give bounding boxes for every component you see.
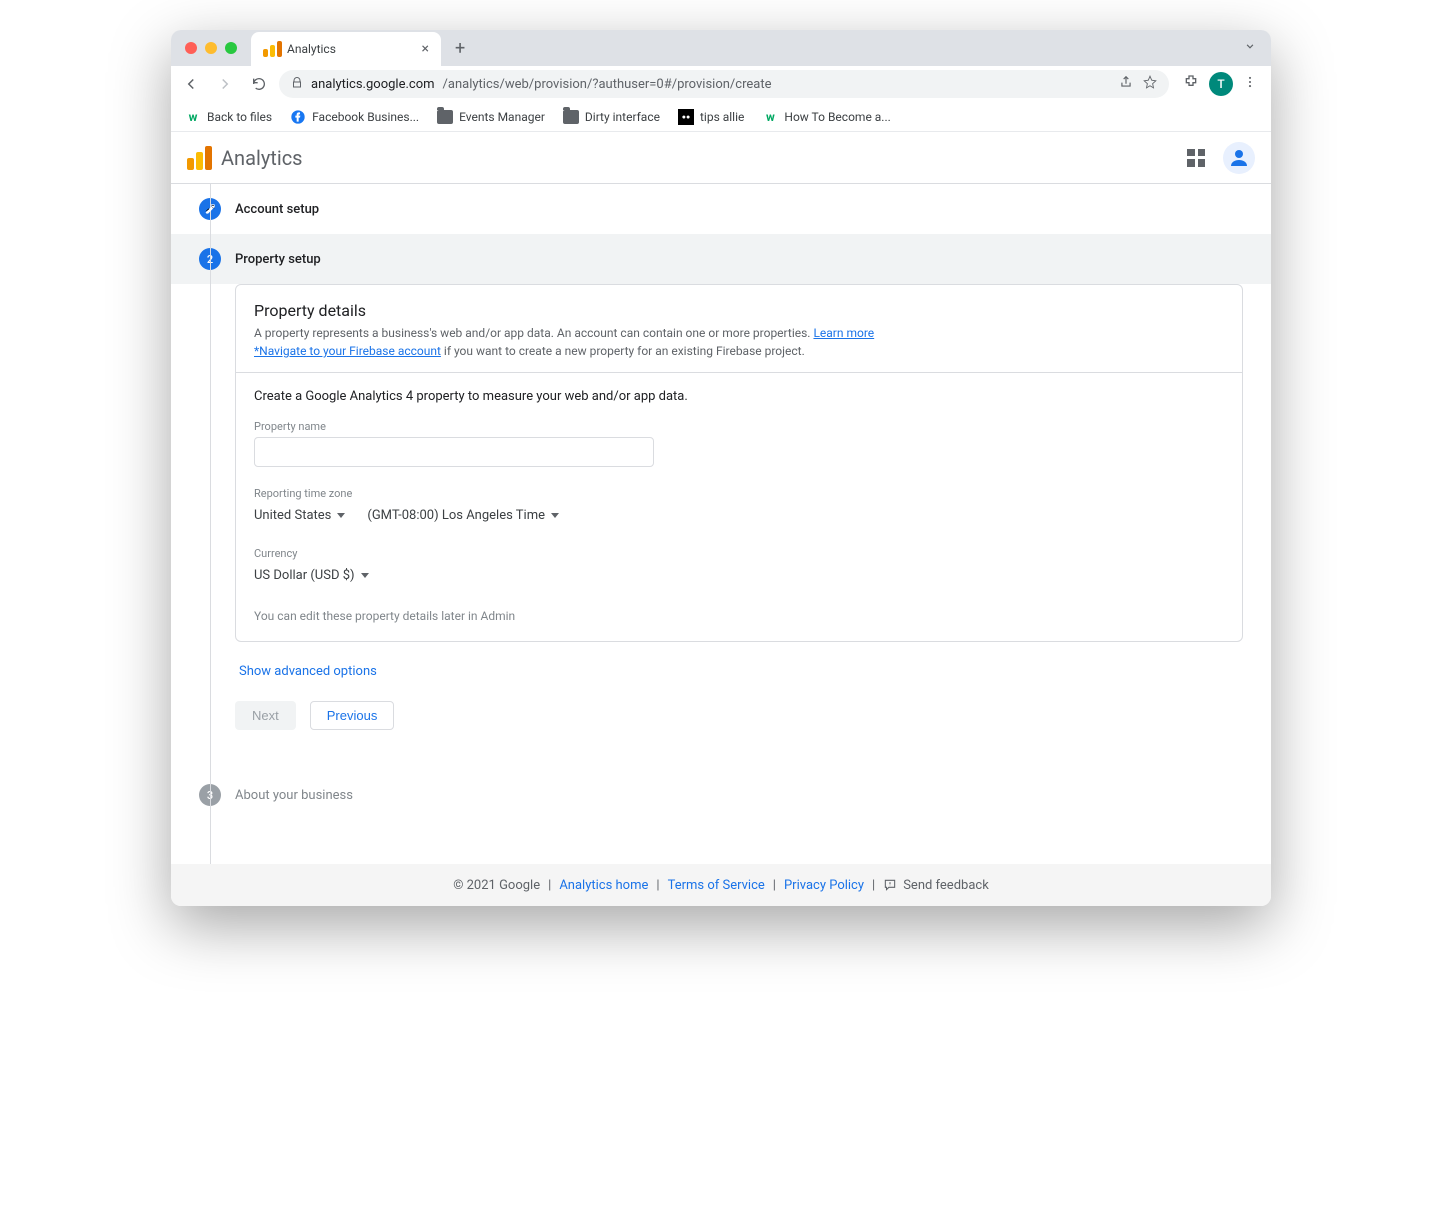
- chevron-down-icon: [361, 573, 369, 578]
- card-lead-text: Create a Google Analytics 4 property to …: [254, 389, 1224, 404]
- card-title: Property details: [254, 301, 1224, 320]
- bookmark-label: Back to files: [207, 110, 272, 124]
- browser-tab[interactable]: Analytics ×: [251, 32, 441, 66]
- timezone-label: Reporting time zone: [254, 487, 1224, 500]
- bookmark-label: How To Become a...: [784, 110, 890, 124]
- bookmark-item[interactable]: Facebook Busines...: [290, 109, 419, 125]
- edit-later-hint: You can edit these property details late…: [254, 609, 1224, 623]
- privacy-link[interactable]: Privacy Policy: [784, 878, 864, 893]
- copyright-text: © 2021 Google: [453, 878, 540, 893]
- analytics-home-link[interactable]: Analytics home: [559, 878, 648, 893]
- app-title: Analytics: [221, 146, 303, 170]
- step-label: Account setup: [235, 202, 319, 217]
- tabs-chevron-icon[interactable]: [1243, 39, 1257, 57]
- new-tab-button[interactable]: +: [455, 38, 465, 59]
- url-domain: analytics.google.com: [311, 77, 435, 92]
- chevron-down-icon: [551, 513, 559, 518]
- step-account-setup[interactable]: Account setup: [171, 184, 1271, 234]
- bookmark-item[interactable]: Dirty interface: [563, 109, 660, 125]
- show-advanced-options-link[interactable]: Show advanced options: [239, 664, 1271, 679]
- maximize-window[interactable]: [225, 42, 237, 54]
- bookmark-icon: w: [762, 109, 778, 125]
- property-name-label: Property name: [254, 420, 1224, 433]
- browser-window: Analytics × + analytics.google.com/analy…: [171, 30, 1271, 906]
- reload-button[interactable]: [245, 70, 273, 98]
- learn-more-link[interactable]: Learn more: [813, 326, 874, 340]
- card-description: A property represents a business's web a…: [254, 324, 1224, 360]
- extensions-area: T: [1175, 72, 1265, 96]
- address-bar-row: analytics.google.com/analytics/web/provi…: [171, 66, 1271, 102]
- account-avatar[interactable]: [1223, 142, 1255, 174]
- window-controls: [185, 42, 237, 54]
- step-about-business[interactable]: 3 About your business: [171, 760, 1271, 820]
- chevron-down-icon: [337, 513, 345, 518]
- step-label: Property setup: [235, 252, 321, 267]
- dropdown-value: (GMT-08:00) Los Angeles Time: [367, 508, 545, 523]
- bookmark-item[interactable]: Events Manager: [437, 109, 545, 125]
- step-buttons: Next Previous: [235, 701, 1271, 730]
- step-property-setup[interactable]: 2 Property setup: [171, 234, 1271, 284]
- folder-icon: [563, 109, 579, 125]
- send-feedback-link[interactable]: Send feedback: [883, 878, 989, 893]
- facebook-icon: [290, 109, 306, 125]
- bookmark-label: tips allie: [700, 110, 744, 124]
- bookmark-label: Events Manager: [459, 110, 545, 124]
- bookmark-item[interactable]: w Back to files: [185, 109, 272, 125]
- share-icon[interactable]: [1119, 75, 1133, 93]
- property-name-input[interactable]: [254, 437, 654, 467]
- url-path: /analytics/web/provision/?authuser=0#/pr…: [443, 77, 772, 92]
- lock-icon: [291, 77, 303, 92]
- dropdown-value: United States: [254, 508, 331, 523]
- next-button[interactable]: Next: [235, 701, 296, 730]
- terms-link[interactable]: Terms of Service: [668, 878, 765, 893]
- bookmark-label: Dirty interface: [585, 110, 660, 124]
- app-header: Analytics: [171, 132, 1271, 184]
- page-footer: © 2021 Google | Analytics home | Terms o…: [171, 864, 1271, 906]
- property-details-card: Property details A property represents a…: [235, 284, 1243, 642]
- kebab-menu-icon[interactable]: [1243, 75, 1257, 93]
- extensions-icon[interactable]: [1183, 74, 1199, 94]
- medium-icon: ●●: [678, 109, 694, 125]
- currency-label: Currency: [254, 547, 1224, 560]
- previous-button[interactable]: Previous: [310, 701, 395, 730]
- bookmark-item[interactable]: w How To Become a...: [762, 109, 890, 125]
- forward-button[interactable]: [211, 70, 239, 98]
- bookmark-icon: w: [185, 109, 201, 125]
- back-button[interactable]: [177, 70, 205, 98]
- address-bar[interactable]: analytics.google.com/analytics/web/provi…: [279, 70, 1169, 98]
- bookmark-label: Facebook Busines...: [312, 110, 419, 124]
- titlebar: Analytics × +: [171, 30, 1271, 66]
- profile-avatar[interactable]: T: [1209, 72, 1233, 96]
- timezone-value-dropdown[interactable]: (GMT-08:00) Los Angeles Time: [367, 504, 559, 527]
- analytics-icon: [263, 41, 279, 57]
- star-icon[interactable]: [1143, 75, 1157, 93]
- feedback-icon: [883, 878, 897, 892]
- main-content: Account setup 2 Property setup Property …: [171, 184, 1271, 864]
- firebase-link[interactable]: *Navigate to your Firebase account: [254, 344, 441, 358]
- timezone-country-dropdown[interactable]: United States: [254, 504, 345, 527]
- dropdown-value: US Dollar (USD $): [254, 568, 355, 583]
- currency-dropdown[interactable]: US Dollar (USD $): [254, 564, 1224, 587]
- apps-grid-icon[interactable]: [1187, 149, 1205, 167]
- bookmark-item[interactable]: ●● tips allie: [678, 109, 744, 125]
- bookmarks-bar: w Back to files Facebook Busines... Even…: [171, 102, 1271, 132]
- folder-icon: [437, 109, 453, 125]
- minimize-window[interactable]: [205, 42, 217, 54]
- close-tab-icon[interactable]: ×: [422, 41, 429, 57]
- step-label: About your business: [235, 788, 353, 803]
- tab-title: Analytics: [287, 42, 336, 56]
- close-window[interactable]: [185, 42, 197, 54]
- analytics-logo-icon: [187, 146, 211, 170]
